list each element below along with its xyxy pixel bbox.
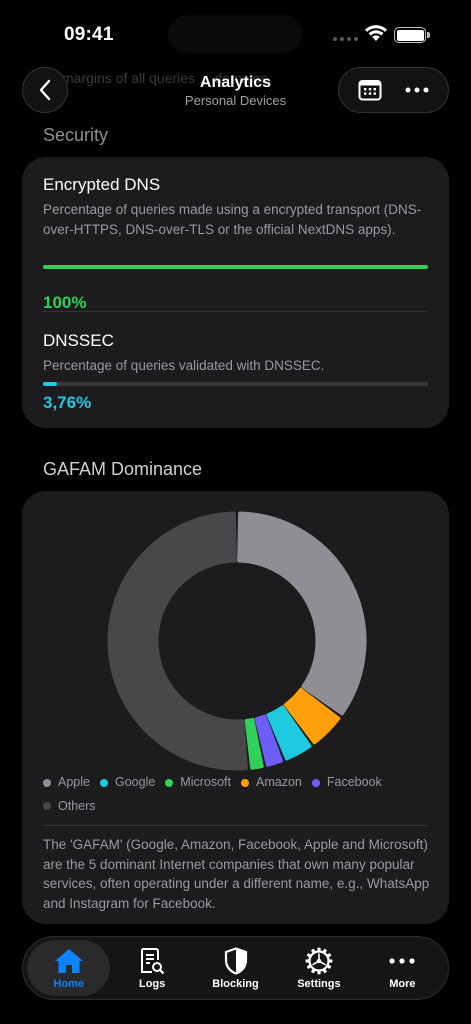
legend-swatch [43,802,51,810]
legend-item-others: Others [43,795,96,818]
legend-item-apple: Apple [43,771,90,794]
tab-label: Home [53,977,84,990]
legend-swatch [99,778,108,787]
ellipsis-icon [405,87,429,93]
dnssec-value: 3,76% [43,393,92,412]
tab-more[interactable]: More [361,940,444,996]
security-card: Encrypted DNS Percentage of queries made… [22,157,449,428]
calendar-button[interactable] [350,70,390,110]
encrypted-dns-description: Percentage of queries made using a encry… [43,202,422,237]
tab-label: Blocking [212,977,259,990]
gafam-section-title: GAFAM Dominance [43,459,203,479]
tab-blocking[interactable]: Blocking [194,940,277,996]
navigation-bar: Analytics Personal Devices [0,64,471,120]
legend-swatch [241,778,249,787]
dnssec-title: DNSSEC [43,331,114,350]
tab-label: Logs [138,977,166,990]
wifi-icon [365,25,387,41]
legend-item-google: Google [99,771,156,794]
pie-slice-others [107,511,248,771]
ellipsis-icon [389,947,415,975]
nav-actions [338,67,449,113]
pie-slice-apple [237,511,367,716]
dnssec-progress-fill [43,382,58,386]
legend-label: Microsoft [180,775,231,789]
encrypted-dns-progress-bar [43,265,428,269]
calendar-icon [358,80,382,101]
cellular-signal-icon [333,37,358,41]
dnssec-description: Percentage of queries validated with DNS… [43,358,325,373]
gafam-card: Apple Google Microsoft Amazon Facebook Others… [22,491,449,924]
divider [43,311,428,312]
logs-icon [139,947,165,975]
gafam-description: The 'GAFAM' (Google, Amazon, Facebook, A… [43,837,430,911]
divider [43,825,428,826]
encrypted-dns-value: 100% [43,293,87,312]
legend-item-microsoft: Microsoft [165,771,231,794]
tab-logs[interactable]: Logs [110,940,193,996]
status-bar: 09:41 [0,0,471,64]
encrypted-dns-title: Encrypted DNS [43,175,161,194]
tab-label: More [389,977,416,990]
dnssec-metric: DNSSEC Percentage of queries validated w… [43,331,428,412]
legend-swatch [311,778,320,787]
house-icon [54,947,84,975]
security-section-title: Security [43,125,109,145]
legend-label: Facebook [326,775,382,789]
tab-settings[interactable]: Settings [277,940,360,996]
gear-icon [305,947,333,975]
legend-item-facebook: Facebook [311,771,382,794]
tab-label: Settings [297,977,341,990]
legend-label: Google [114,775,156,789]
dynamic-island [168,15,302,53]
legend-item-amazon: Amazon [241,771,302,794]
tab-bar: Home Logs Blocking Settings More [22,936,449,1000]
battery-icon [394,27,430,43]
encrypted-dns-progress-fill [43,265,428,269]
gafam-donut-chart [107,511,367,771]
legend-label: Others [58,798,96,813]
dnssec-progress-bar [43,382,428,386]
status-time: 09:41 [64,24,114,45]
legend-label: Apple [58,775,90,789]
legend-label: Amazon [256,775,302,789]
legend-swatch [43,778,51,787]
legend-swatch [165,778,174,787]
encrypted-dns-metric: Encrypted DNS Percentage of queries made… [43,175,428,312]
tab-home[interactable]: Home [27,940,111,996]
shield-icon [224,946,248,975]
chart-legend: Apple Google Microsoft Amazon Facebook Others [43,771,433,818]
more-options-button[interactable] [397,70,437,110]
